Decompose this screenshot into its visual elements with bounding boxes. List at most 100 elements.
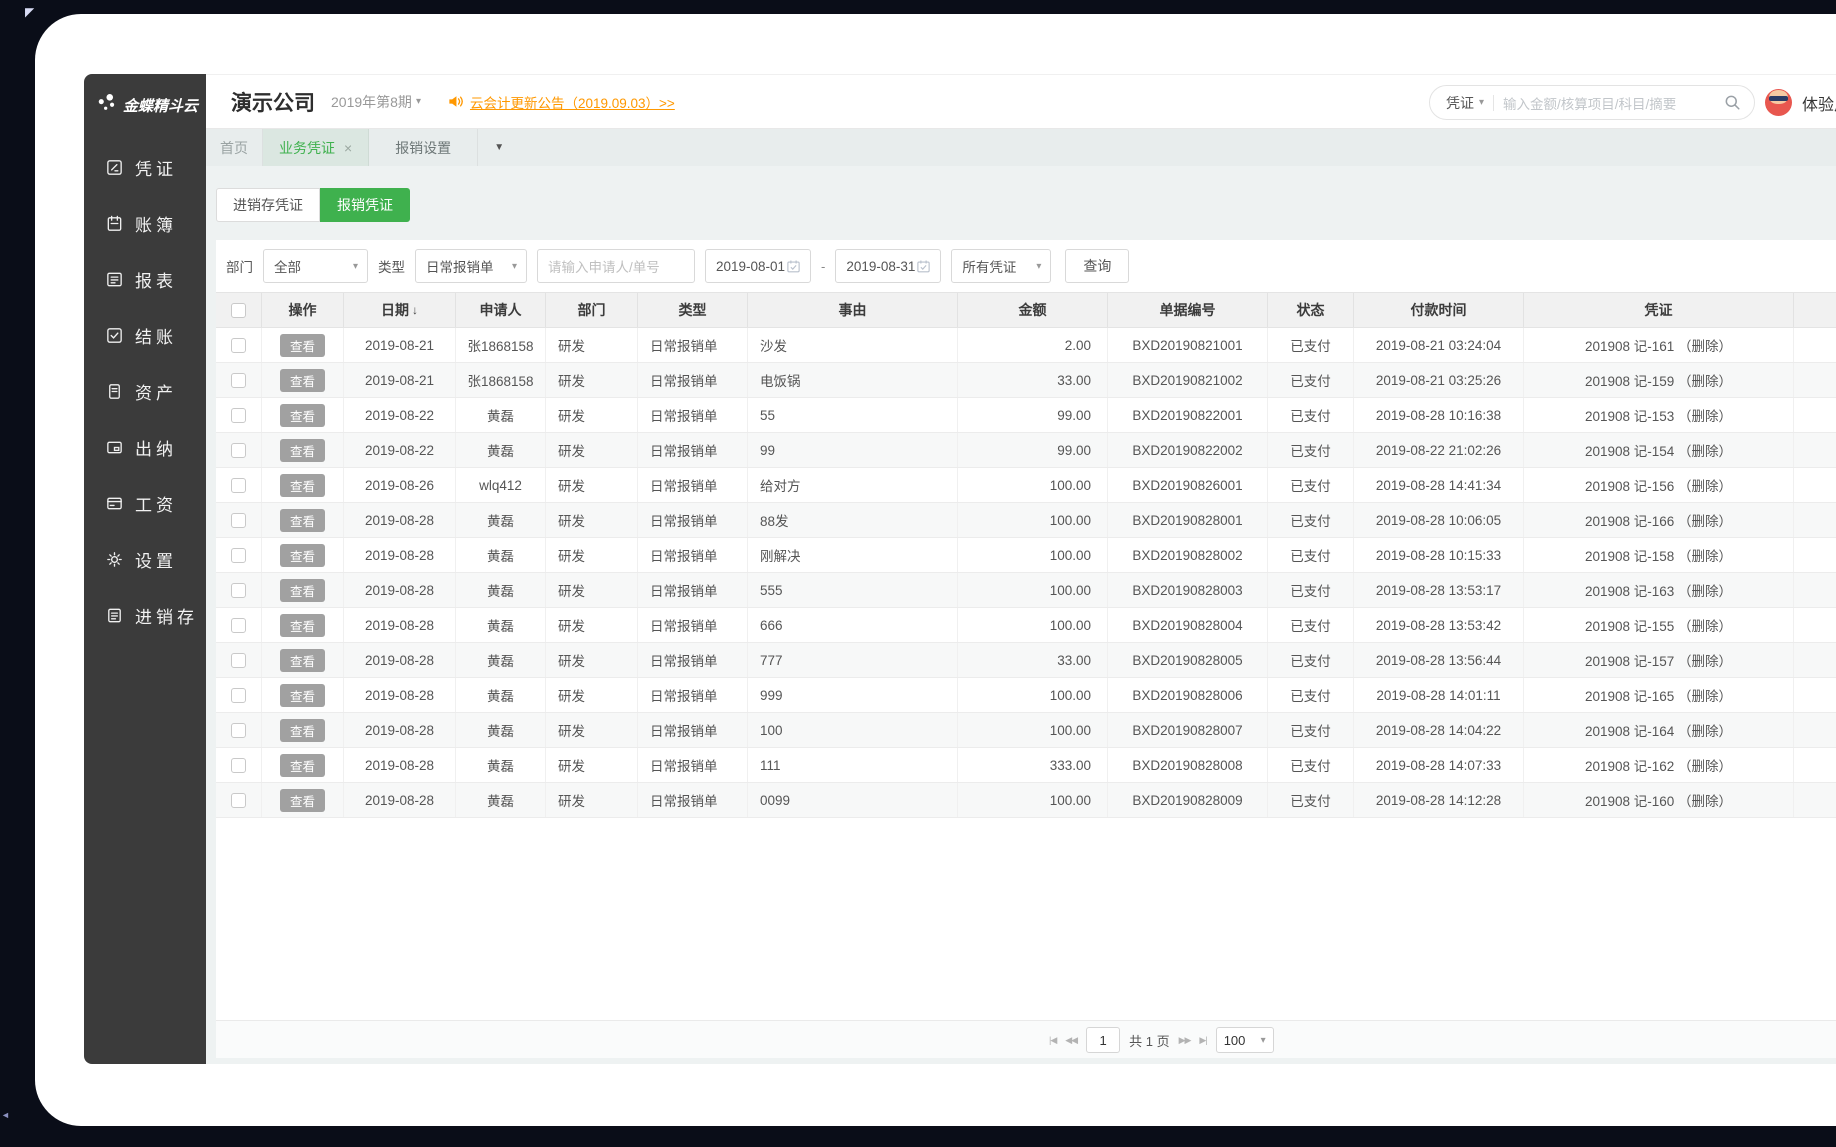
col-header-status: 状态 (1268, 293, 1354, 327)
search-icon[interactable] (1723, 93, 1742, 112)
sidebar-item-report[interactable]: 报表 (84, 251, 206, 307)
sidebar-item-payroll[interactable]: 工资 (84, 475, 206, 531)
sidebar-item-closing[interactable]: 结账 (84, 307, 206, 363)
row-checkbox[interactable] (231, 757, 246, 773)
row-checkbox[interactable] (231, 442, 246, 458)
view-button[interactable]: 查看 (280, 718, 325, 742)
type-select[interactable]: 日常报销单 ▾ (415, 249, 527, 283)
cell-doc-no: BXD20190826001 (1108, 468, 1268, 502)
row-checkbox[interactable] (231, 372, 246, 388)
search-category-dropdown[interactable]: 凭证 ▾ (1446, 93, 1484, 113)
row-checkbox[interactable] (231, 337, 246, 353)
page-size-value: 100 (1223, 1032, 1246, 1048)
cell-action: 查看 (262, 328, 344, 362)
page-size-select[interactable]: 100 ▾ (1215, 1027, 1274, 1053)
cell-voucher[interactable]: 201908 记-165 （删除） (1524, 678, 1794, 712)
tab-list-dropdown[interactable]: ▼ (478, 129, 520, 166)
tab-reimburse-settings[interactable]: 报销设置 (369, 129, 479, 166)
view-button[interactable]: 查看 (280, 543, 325, 567)
cell-voucher[interactable]: 201908 记-164 （删除） (1524, 713, 1794, 747)
last-page-icon[interactable]: ▶| (1199, 1035, 1207, 1046)
tab-business-voucher[interactable]: 业务凭证 × (263, 129, 370, 166)
select-all-checkbox[interactable] (231, 302, 246, 318)
view-button[interactable]: 查看 (280, 368, 325, 392)
date-to-input[interactable]: 2019-08-31 (835, 249, 942, 283)
cell-voucher[interactable]: 201908 记-153 （删除） (1524, 398, 1794, 432)
search-input[interactable]: 输入金额/核算项目/科目/摘要 (1503, 93, 1714, 113)
view-button[interactable]: 查看 (280, 648, 325, 672)
cell-voucher[interactable]: 201908 记-155 （删除） (1524, 608, 1794, 642)
closing-icon (105, 326, 124, 345)
col-header-applicant: 申请人 (456, 293, 546, 327)
avatar[interactable] (1765, 89, 1792, 116)
cell-type: 日常报销单 (638, 503, 748, 537)
prev-page-icon[interactable]: ◀◀ (1065, 1035, 1078, 1046)
view-button[interactable]: 查看 (280, 613, 325, 637)
reimburse-voucher-button[interactable]: 报销凭证 (320, 188, 410, 222)
cell-applicant: 黄磊 (456, 573, 546, 607)
row-checkbox[interactable] (231, 407, 246, 423)
col-header-label: 金额 (1018, 302, 1047, 318)
view-button[interactable]: 查看 (280, 788, 325, 812)
page-number-input[interactable]: 1 (1086, 1027, 1121, 1053)
view-button[interactable]: 查看 (280, 683, 325, 707)
voucher-scope-select[interactable]: 所有凭证 ▾ (951, 249, 1052, 283)
period-selector[interactable]: 2019年第8期 ▾ (331, 92, 421, 112)
view-button[interactable]: 查看 (280, 753, 325, 777)
row-checkbox[interactable] (231, 652, 246, 668)
sidebar-item-asset[interactable]: 资产 (84, 363, 206, 419)
view-button[interactable]: 查看 (280, 578, 325, 602)
cell-voucher[interactable]: 201908 记-157 （删除） (1524, 643, 1794, 677)
view-button[interactable]: 查看 (280, 473, 325, 497)
table-row: 查看 2019-08-28 黄磊 研发 日常报销单 88发 100.00 BXD2019082… (216, 503, 1836, 538)
cell-voucher[interactable]: 201908 记-162 （删除） (1524, 748, 1794, 782)
cell-type: 日常报销单 (638, 713, 748, 747)
tab-close-icon[interactable]: × (344, 140, 352, 156)
sidebar-item-voucher[interactable]: 凭证 (84, 139, 206, 195)
view-button[interactable]: 查看 (280, 438, 325, 462)
view-button[interactable]: 查看 (280, 403, 325, 427)
cell-action: 查看 (262, 503, 344, 537)
sidebar-item-settings[interactable]: 设置 (84, 531, 206, 587)
col-header-select[interactable] (216, 293, 262, 327)
cell-voucher[interactable]: 201908 记-156 （删除） (1524, 468, 1794, 502)
col-header-reason: 事由 (748, 293, 958, 327)
view-button[interactable]: 查看 (280, 333, 325, 357)
sidebar-item-cashier[interactable]: 出纳 (84, 419, 206, 475)
row-checkbox[interactable] (231, 617, 246, 633)
row-checkbox[interactable] (231, 477, 246, 493)
cell-voucher[interactable]: 201908 记-159 （删除） (1524, 363, 1794, 397)
first-page-icon[interactable]: |◀ (1049, 1035, 1057, 1046)
sidebar-item-inventory[interactable]: 进销存 (84, 587, 206, 643)
row-checkbox[interactable] (231, 582, 246, 598)
sidebar-item-label: 资产 (135, 383, 177, 403)
cell-voucher[interactable]: 201908 记-154 （删除） (1524, 433, 1794, 467)
row-checkbox[interactable] (231, 512, 246, 528)
announcement-link[interactable]: 云会计更新公告（2019.09.03）>> (470, 92, 675, 112)
cell-pay-time: 2019-08-28 14:12:28 (1354, 783, 1524, 817)
cell-type: 日常报销单 (638, 363, 748, 397)
query-button[interactable]: 查询 (1065, 249, 1130, 283)
sidebar-item-ledger[interactable]: 账簿 (84, 195, 206, 251)
view-button[interactable]: 查看 (280, 508, 325, 532)
tab-home[interactable]: 首页 (206, 129, 263, 166)
cell-voucher[interactable]: 201908 记-161 （删除） (1524, 328, 1794, 362)
dept-select[interactable]: 全部 ▾ (263, 249, 368, 283)
date-from-input[interactable]: 2019-08-01 (705, 249, 811, 283)
row-checkbox[interactable] (231, 722, 246, 738)
next-page-icon[interactable]: ▶▶ (1179, 1035, 1192, 1046)
type-label: 类型 (378, 260, 405, 275)
brand-logo: 金蝶精斗云 (84, 74, 206, 119)
cell-voucher[interactable]: 201908 记-166 （删除） (1524, 503, 1794, 537)
row-checkbox[interactable] (231, 687, 246, 703)
col-header-date[interactable]: 日期 ↓ (344, 293, 456, 327)
row-checkbox[interactable] (231, 547, 246, 563)
inventory-voucher-button[interactable]: 进销存凭证 (216, 188, 320, 222)
user-name[interactable]: 体验用 (1802, 91, 1836, 115)
cell-voucher[interactable]: 201908 记-163 （删除） (1524, 573, 1794, 607)
row-checkbox[interactable] (231, 792, 246, 808)
cell-voucher[interactable]: 201908 记-160 （删除） (1524, 783, 1794, 817)
applicant-search-input[interactable]: 请输入申请人/单号 (537, 249, 695, 283)
cell-status: 已支付 (1268, 398, 1354, 432)
cell-voucher[interactable]: 201908 记-158 （删除） (1524, 538, 1794, 572)
